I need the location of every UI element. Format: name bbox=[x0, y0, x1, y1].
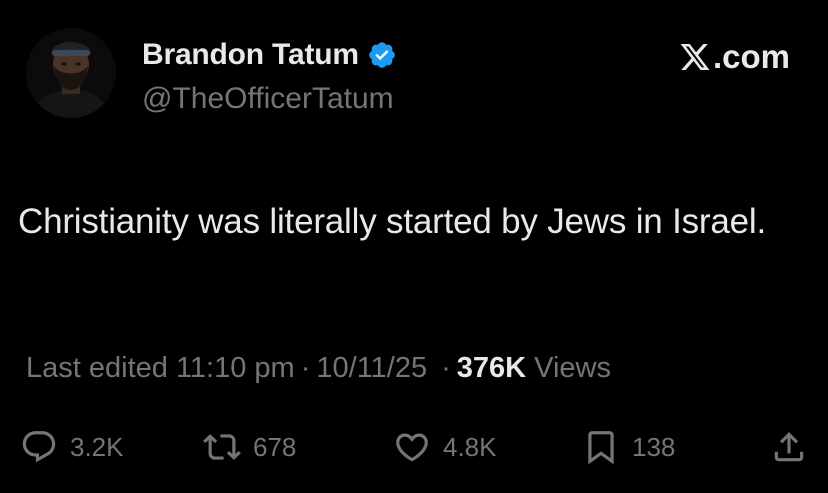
action-bar: 3.2K 678 4.8K 138 bbox=[0, 422, 828, 472]
like-button[interactable]: 4.8K bbox=[393, 422, 497, 472]
heart-icon bbox=[396, 433, 428, 462]
bookmark-icon bbox=[588, 431, 614, 465]
verified-badge-icon bbox=[367, 40, 397, 70]
meta-separator-2: · bbox=[441, 352, 451, 384]
share-icon bbox=[774, 432, 804, 462]
author-handle[interactable]: @TheOfficerTatum bbox=[142, 82, 394, 116]
reply-button[interactable]: 3.2K bbox=[20, 422, 124, 472]
bookmark-button[interactable]: 138 bbox=[582, 422, 675, 472]
repost-icon bbox=[203, 434, 241, 460]
x-logo-icon bbox=[679, 41, 711, 73]
share-button[interactable] bbox=[770, 422, 808, 472]
meta-separator: · bbox=[300, 352, 311, 384]
edited-label[interactable]: Last edited bbox=[26, 352, 168, 385]
views-count[interactable]: 376K bbox=[457, 352, 526, 385]
tweet-time[interactable]: 11:10 pm bbox=[176, 352, 295, 385]
tweet-date[interactable]: 10/11/25 bbox=[316, 352, 427, 385]
reply-count: 3.2K bbox=[70, 431, 124, 462]
tweet-meta: Last edited 11:10 pm · 10/11/25 · 376K V… bbox=[26, 352, 611, 385]
bookmark-count: 138 bbox=[632, 431, 676, 462]
tweet-text: Christianity was literally started by Je… bbox=[18, 202, 766, 241]
reply-icon bbox=[22, 431, 56, 463]
brand-label: .com bbox=[712, 38, 790, 75]
avatar-image bbox=[26, 28, 116, 118]
repost-button[interactable]: 678 bbox=[203, 422, 296, 472]
repost-count: 678 bbox=[253, 431, 297, 462]
brand-watermark: .com bbox=[679, 38, 790, 76]
display-name-row[interactable]: Brandon Tatum bbox=[142, 38, 397, 72]
display-name[interactable]: Brandon Tatum bbox=[142, 38, 359, 72]
like-count: 4.8K bbox=[443, 431, 497, 462]
avatar[interactable] bbox=[26, 28, 116, 118]
views-label[interactable]: Views bbox=[534, 352, 611, 385]
